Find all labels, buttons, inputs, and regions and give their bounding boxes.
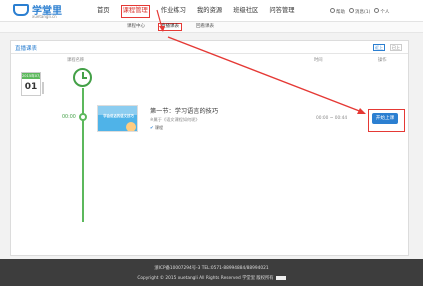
lesson-time-range: 00:00 ~ 00:44 — [316, 116, 348, 121]
panel-divider — [11, 53, 408, 54]
timeline-line — [82, 88, 84, 222]
lesson-course-name: ※属于《语文课程如何呢》 — [150, 117, 200, 122]
mail-icon — [349, 8, 354, 13]
date-card-handle — [42, 82, 44, 94]
lesson-title[interactable]: 第一节：学习语言的技巧 — [150, 106, 218, 115]
nav-qa-management[interactable]: 问答管理 — [269, 6, 294, 18]
toggle-upcoming[interactable]: 近上 — [373, 44, 385, 51]
check-icon: ✔ — [150, 125, 154, 130]
user-link[interactable]: 个人 — [374, 8, 389, 15]
live-schedule-panel: 直播课表 近上 已上 课程名称 时间 操作 — [10, 40, 409, 256]
date-day: 01 — [24, 82, 38, 92]
column-header-time: 时间 — [314, 58, 323, 63]
timeline-time: 00:00 — [62, 115, 76, 120]
lesson-tag: ✔ 课程 — [150, 125, 163, 131]
sub-nav: 课程中心 直播课表 回看课表 — [0, 22, 423, 33]
help-icon — [330, 8, 335, 13]
nav-class-community[interactable]: 班级社区 — [233, 6, 258, 18]
messages-link[interactable]: 消息(1) — [349, 8, 370, 15]
column-header-action: 操作 — [378, 58, 387, 63]
footer-badge-icon — [275, 275, 286, 280]
start-class-button[interactable]: 开始上课 — [372, 113, 398, 124]
subnav-course-center[interactable]: 课程中心 — [127, 24, 145, 30]
toggle-finished[interactable]: 已上 — [390, 44, 402, 51]
thumbnail-figure — [126, 122, 136, 131]
top-right-links: 帮助 消息(1) 个人 — [330, 8, 389, 15]
footer-copyright-text: Copyright © 2015 xuetangli All Rights Re… — [137, 276, 274, 281]
logo[interactable]: 学堂里 xuetangli.cn — [13, 3, 75, 20]
footer: 浙ICP备10007294号-3 TEL:0571-88994884/88994… — [0, 259, 423, 286]
help-link[interactable]: 帮助 — [330, 8, 345, 15]
date-card: 2015年07月 01 — [21, 72, 41, 96]
clock-icon — [73, 68, 92, 87]
timeline-dot — [79, 113, 87, 121]
nav-course-management[interactable]: 课程管理 — [120, 5, 150, 18]
subnav-live-schedule[interactable]: 直播课表 — [158, 23, 182, 31]
footer-icp: 浙ICP备10007294号-3 TEL:0571-88994884/88994… — [154, 266, 269, 271]
main-nav: 首页 课程管理 作业练习 我的资源 班级社区 问答管理 — [97, 5, 306, 18]
logo-mark-icon — [13, 4, 29, 16]
lesson-thumbnail[interactable]: 学会说话的语文技巧 — [97, 105, 138, 132]
thumbnail-caption: 学会说话的语文技巧 — [103, 114, 134, 118]
nav-my-resources[interactable]: 我的资源 — [197, 6, 222, 18]
subnav-replay-schedule[interactable]: 回看课表 — [196, 24, 214, 30]
nav-home[interactable]: 首页 — [97, 6, 110, 18]
clock-hand-hour — [82, 77, 87, 79]
user-icon — [374, 8, 380, 13]
top-header: 学堂里 xuetangli.cn 首页 课程管理 作业练习 我的资源 班级社区 … — [0, 0, 423, 22]
column-header-course-name: 课程名称 — [67, 58, 85, 63]
lesson-tag-label: 课程 — [154, 125, 164, 130]
footer-copyright: Copyright © 2015 xuetangli All Rights Re… — [0, 275, 423, 281]
logo-subtext: xuetangli.cn — [32, 14, 57, 19]
nav-homework[interactable]: 作业练习 — [161, 6, 186, 18]
